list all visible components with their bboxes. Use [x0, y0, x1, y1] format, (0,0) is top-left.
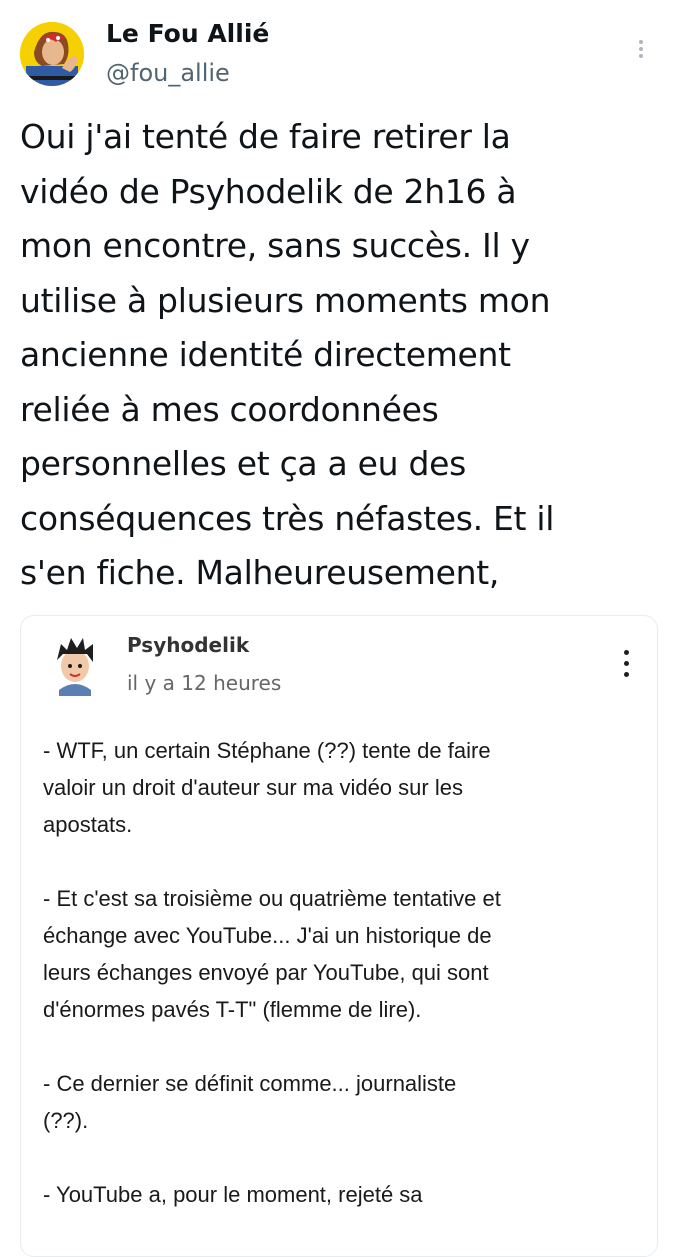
comment-line-spacer [43, 843, 643, 880]
tweet-text-line: conséquences très néfastes. Et il [20, 498, 555, 538]
tweet-text-line: mon encontre, sans succès. Il y [20, 226, 530, 265]
tweet-text-line: Oui j'ai tenté de faire retirer la [20, 117, 511, 156]
cartoon-boy-icon [57, 638, 93, 696]
comment-line: d'énormes pavés T-T" (flemme de lire). [43, 997, 422, 1022]
comment-line: valoir un droit d'auteur sur ma vidéo su… [43, 775, 463, 800]
commenter-avatar [49, 634, 101, 696]
comment-timestamp: il y a 12 heures [127, 671, 282, 695]
more-vertical-icon[interactable] [617, 646, 637, 682]
comment-line: (??). [43, 1108, 89, 1133]
avatar-illustration [20, 22, 84, 86]
tweet-header: Le Fou Allié @fou_allie [0, 0, 676, 100]
comment-line: - WTF, un certain Stéphane (??) tente de… [43, 738, 491, 763]
author-handle[interactable]: @fou_allie [106, 58, 230, 88]
comment-line: leurs échanges envoyé par YouTube, qui s… [43, 960, 489, 985]
comment-line: - Ce dernier se définit comme... journal… [43, 1071, 457, 1096]
tweet-text-line: personnelles et ça a eu des [20, 444, 467, 483]
more-vertical-icon[interactable] [626, 32, 656, 66]
commenter-name[interactable]: Psyhodelik [127, 632, 249, 658]
tweet-text-line: vidéo de Psyhodelik de 2h16 à [20, 171, 517, 211]
comment-line-spacer [43, 1139, 643, 1176]
tweet-text: Oui j'ai tenté de faire retirer la vidéo… [20, 110, 660, 601]
author-name[interactable]: Le Fou Allié [106, 18, 269, 50]
comment-line: échange avec YouTube... J'ai un historiq… [43, 923, 492, 948]
comment-line-spacer [43, 1028, 643, 1065]
tweet: Le Fou Allié @fou_allie Oui j'ai tenté d… [0, 0, 676, 1257]
comment-text: - WTF, un certain Stéphane (??) tente de… [43, 732, 643, 1213]
embedded-comment-screenshot[interactable]: Psyhodelik il y a 12 heures - WTF, un ce… [20, 615, 658, 1257]
comment-line: - Et c'est sa troisième ou quatrième ten… [43, 886, 501, 911]
tweet-text-line: s'en fiche. Malheureusement, [20, 553, 500, 592]
comment-line: - YouTube a, pour le moment, rejeté sa [43, 1182, 423, 1207]
tweet-text-line: ancienne identité directement [20, 335, 511, 374]
tweet-text-line: reliée à mes coordonnées [20, 389, 439, 429]
author-avatar[interactable] [20, 22, 84, 86]
tweet-text-line: utilise à plusieurs moments mon [20, 280, 551, 320]
comment-line: apostats. [43, 812, 133, 837]
